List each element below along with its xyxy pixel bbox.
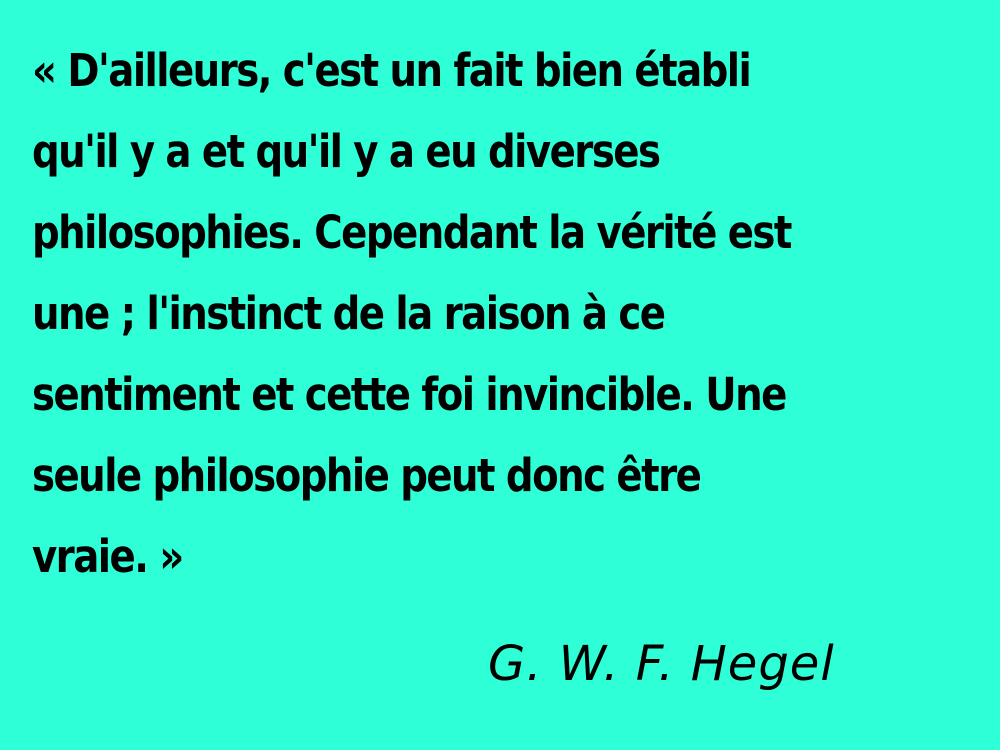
quote-line: seule philosophie peut donc être <box>32 449 702 502</box>
quote-author: G. W. F. Hegel <box>488 636 835 692</box>
quote-text: « D'ailleurs, c'est un fait bien établi … <box>32 30 849 597</box>
quote-line: qu'il y a et qu'il y a eu diverses <box>32 125 661 178</box>
quote-line: vraie. » <box>32 530 184 583</box>
quote-line: sentiment et cette foi invincible. Une <box>32 368 787 421</box>
quote-line: « D'ailleurs, c'est un fait bien établi <box>32 44 752 97</box>
quote-line: une ; l'instinct de la raison à ce <box>32 287 666 340</box>
quote-line: philosophies. Cependant la vérité est <box>32 206 792 259</box>
quote-slide: « D'ailleurs, c'est un fait bien établi … <box>0 0 1000 750</box>
